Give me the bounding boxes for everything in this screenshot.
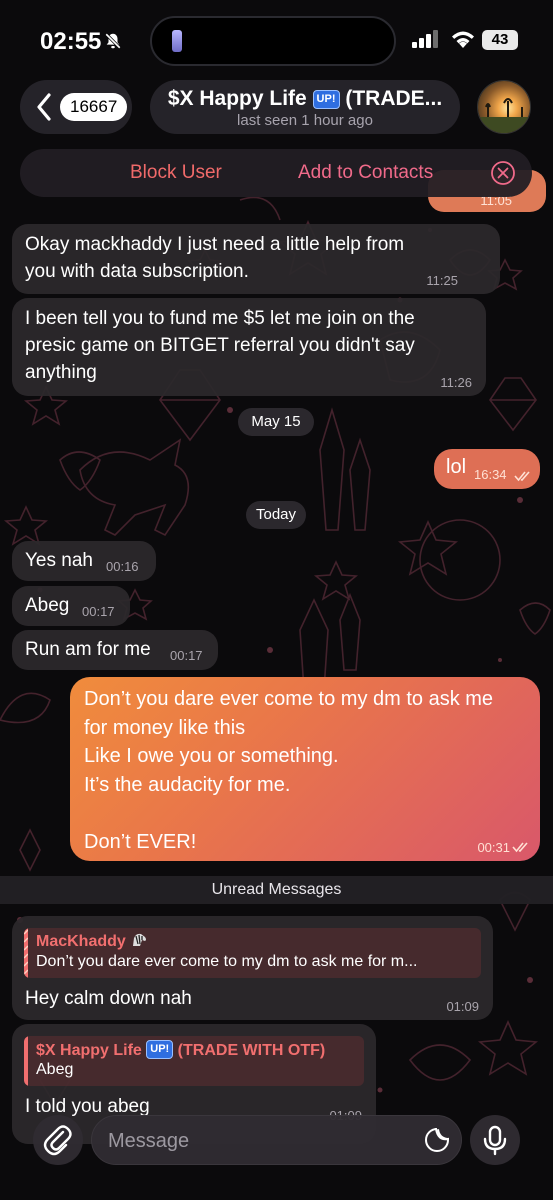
message-text: lol xyxy=(446,456,467,478)
reply-text: Don’t you dare ever come to my dm to ask… xyxy=(36,953,418,970)
battery-icon: 43 xyxy=(482,30,518,50)
message-text: Hey calm down nah xyxy=(25,988,192,1009)
date-separator: May 15 xyxy=(238,408,314,436)
sticker-icon[interactable] xyxy=(424,1127,450,1153)
message-text: Run am for me xyxy=(25,639,151,660)
contact-action-bar: Block User Add to Contacts xyxy=(20,149,532,197)
microphone-icon xyxy=(483,1125,507,1156)
incoming-message[interactable]: I been tell you to fund me $5 let me joi… xyxy=(12,298,486,396)
message-text-line: you with data subscription. xyxy=(25,261,249,282)
incoming-message[interactable]: Okay mackhaddy I just need a little help… xyxy=(12,224,500,294)
outgoing-message[interactable]: lol 16:34 xyxy=(434,449,540,489)
double-check-icon xyxy=(512,842,528,853)
message-text-line: Don’t you dare ever come to my dm to ask… xyxy=(84,688,494,710)
message-time: 11:26 xyxy=(440,375,472,390)
incoming-message[interactable]: Run am for me 00:17 xyxy=(12,630,218,670)
signal-icon xyxy=(412,30,438,48)
message-time: 00:17 xyxy=(82,604,115,619)
message-text-line: I been tell you to fund me $5 let me joi… xyxy=(25,308,415,329)
zebra-emoji-icon xyxy=(133,933,147,946)
reply-quote[interactable]: $X Happy Life UP! (TRADE WITH OTF) Abeg xyxy=(24,1036,364,1086)
reply-author: $X Happy Life UP! (TRADE WITH OTF) xyxy=(36,1040,325,1060)
chat-title: $X Happy Life UP! (TRADE... xyxy=(150,87,460,111)
message-text-line: Okay mackhaddy I just need a little help… xyxy=(25,234,405,255)
quote-stripe xyxy=(24,1036,28,1086)
dynamic-island xyxy=(150,16,396,66)
status-bar: 02:55 43 xyxy=(0,0,553,80)
message-time: 00:17 xyxy=(170,648,203,663)
message-text-line: It’s the audacity for me. xyxy=(84,773,291,796)
message-input-field[interactable] xyxy=(91,1115,462,1166)
incoming-message[interactable]: MacKhaddy Don’t you dare ever come to my… xyxy=(12,916,493,1020)
wifi-icon xyxy=(452,31,474,48)
up-badge: UP! xyxy=(312,90,340,109)
message-text-line: anything xyxy=(25,362,97,383)
message-text-line: Like I owe you or something. xyxy=(84,745,339,767)
reply-text: Abeg xyxy=(36,1061,74,1078)
reply-author: MacKhaddy xyxy=(36,932,148,951)
message-input[interactable] xyxy=(106,1116,410,1166)
last-seen-status: last seen 1 hour ago xyxy=(237,112,373,129)
message-time: 00:31 xyxy=(477,840,510,855)
avatar[interactable] xyxy=(477,80,531,134)
chevron-left-icon xyxy=(37,93,51,121)
reply-author-name: $X Happy Life xyxy=(36,1042,142,1059)
close-circle-icon[interactable] xyxy=(490,160,516,186)
chat-title-suffix: (TRADE... xyxy=(345,87,443,110)
paperclip-icon xyxy=(43,1125,72,1156)
message-text-line: presic game on BITGET referral you didn'… xyxy=(25,335,415,356)
message-text: Yes nah xyxy=(25,550,93,571)
message-text-line: Don’t EVER! xyxy=(84,830,197,853)
message-text: Abeg xyxy=(25,595,70,616)
back-button[interactable]: 16667 xyxy=(20,80,132,134)
flashlight-icon xyxy=(172,30,182,52)
up-badge: UP! xyxy=(146,1040,174,1059)
incoming-message[interactable]: Abeg 00:17 xyxy=(12,586,130,626)
double-check-icon xyxy=(514,471,530,482)
message-time: 01:09 xyxy=(446,999,479,1014)
message-text: Don’t you dare ever come to my dm to ask… xyxy=(84,685,493,856)
reply-author-suffix: (TRADE WITH OTF) xyxy=(177,1042,326,1059)
chat-title-name: $X Happy Life xyxy=(167,87,307,110)
chat-title-pill[interactable]: $X Happy Life UP! (TRADE... last seen 1 … xyxy=(150,80,460,134)
date-separator: Today xyxy=(246,501,306,529)
microphone-button[interactable] xyxy=(470,1115,520,1165)
add-to-contacts-button[interactable]: Add to Contacts xyxy=(298,162,433,184)
outgoing-message[interactable]: Don’t you dare ever come to my dm to ask… xyxy=(70,677,540,861)
clock: 02:55 xyxy=(40,28,102,55)
message-time: 16:34 xyxy=(474,467,507,482)
reply-quote[interactable]: MacKhaddy Don’t you dare ever come to my… xyxy=(24,928,481,978)
reply-author-name: MacKhaddy xyxy=(36,933,126,950)
unread-messages-separator: Unread Messages xyxy=(0,876,553,904)
block-user-button[interactable]: Block User xyxy=(130,162,222,184)
incoming-message[interactable]: Yes nah 00:16 xyxy=(12,541,156,581)
message-time: 11:25 xyxy=(426,273,458,288)
attach-button[interactable] xyxy=(33,1115,83,1165)
message-text-line: for money like this xyxy=(84,716,246,739)
avatar-image xyxy=(478,81,530,133)
quote-stripe xyxy=(24,928,28,978)
unread-count-badge: 16667 xyxy=(60,93,128,121)
message-time: 00:16 xyxy=(106,559,139,574)
bell-slash-icon xyxy=(104,32,122,50)
